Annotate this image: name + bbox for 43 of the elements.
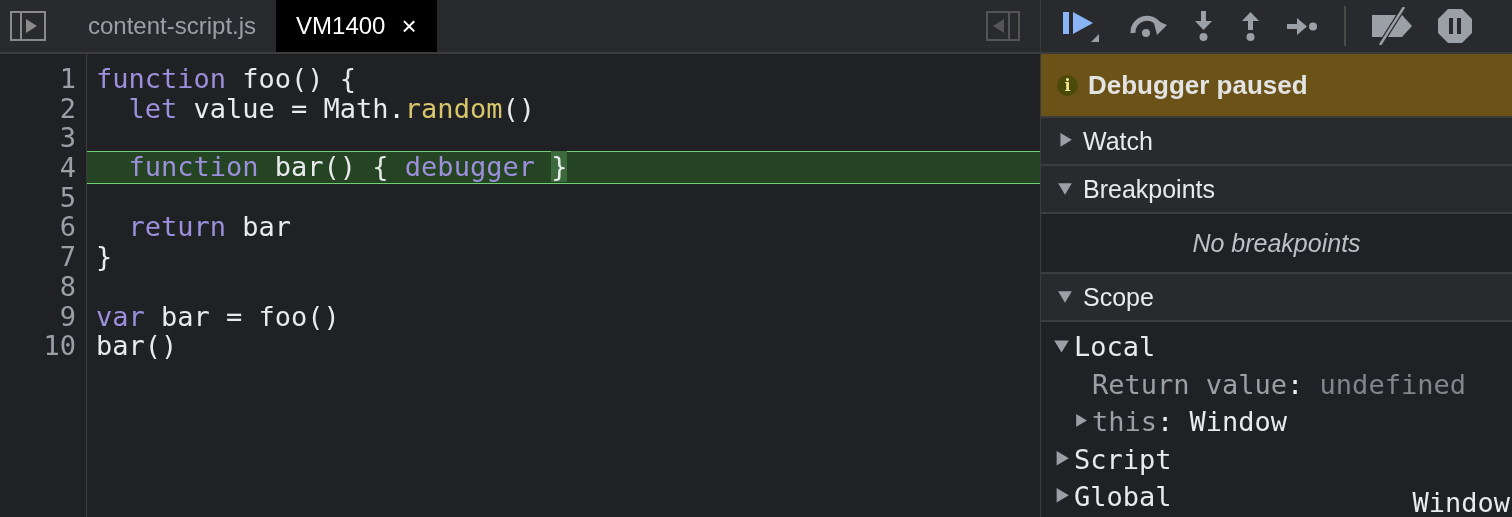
scope-entry[interactable]: Return value: undefined [1092,368,1466,400]
code-line: function foo() { [96,64,357,94]
code-line: return bar [128,212,292,243]
expanded-triangle-icon[interactable] [1057,181,1073,197]
code-line: function bar() { debugger } [128,152,568,183]
pause-octagon-icon[interactable] [1438,9,1472,43]
sidebar-toggle-icon[interactable] [986,11,1020,41]
code-line: var bar = foo() [96,301,340,332]
line-number: 5 [58,182,77,213]
paused-message: Debugger paused [1088,69,1308,101]
code-line: } [96,242,113,272]
close-icon[interactable]: × [401,10,417,42]
scope-entry[interactable]: Local [1074,331,1156,363]
right-arrow-icon[interactable] [1287,15,1318,37]
line-number: 7 [58,242,77,272]
code-line: let value = Math.random() [128,93,535,124]
section-header[interactable]: Breakpoints [1041,166,1512,214]
line-number: 2 [58,93,77,124]
up-arrow-icon[interactable] [1240,11,1261,41]
file-tab[interactable]: content-script.js [68,0,277,52]
collapsed-triangle-icon[interactable] [1073,414,1088,430]
scope-value: Window [1412,489,1511,517]
scope-entry[interactable]: Script [1074,443,1172,475]
section-header[interactable]: Watch [1041,118,1512,166]
info-icon: i [1057,74,1078,96]
code-line: bar() [96,331,178,361]
down-arrow-icon[interactable] [1193,11,1214,41]
line-number: 9 [58,301,77,332]
line-number: 1 [58,64,77,94]
line-number: 8 [58,271,77,302]
scope-entry[interactable]: Global [1074,481,1172,513]
collapsed-triangle-icon[interactable] [1057,133,1073,149]
file-tab[interactable]: VM1400 × [276,0,437,52]
slashed-tag-icon[interactable] [1372,7,1412,45]
expanded-triangle-icon[interactable] [1057,289,1073,305]
expanded-triangle-icon[interactable] [1053,338,1070,356]
line-number: 6 [58,212,77,243]
line-number: 3 [58,123,77,154]
scope-entry[interactable]: this: Window [1092,406,1288,438]
line-number: 4 [58,153,77,183]
sidebar-toggle-icon[interactable] [10,11,46,41]
line-number: 10 [42,331,77,361]
section-header[interactable]: Scope [1041,274,1512,322]
